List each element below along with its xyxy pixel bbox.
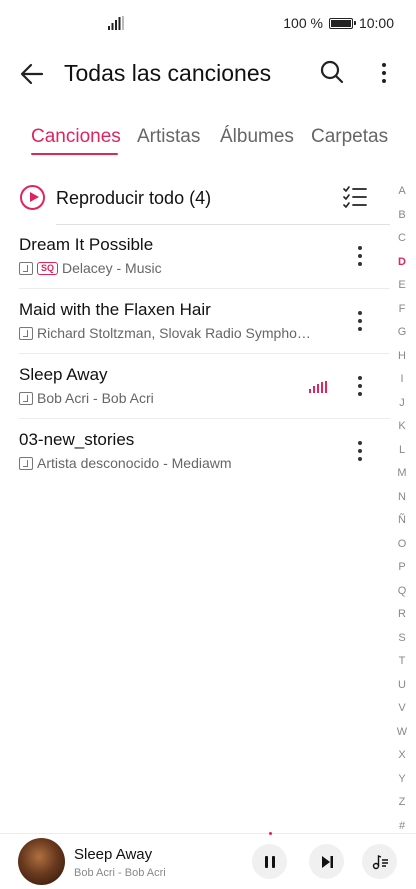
now-playing-title: Sleep Away [74, 846, 153, 863]
song-artist-album: Artista desconocido - Mediawm [37, 455, 232, 471]
alphabet-letter[interactable]: Z [392, 794, 412, 818]
alphabet-letter[interactable]: U [392, 677, 412, 701]
song-more-icon[interactable] [354, 243, 366, 269]
status-bar: 100 % 10:00 [0, 0, 416, 46]
song-title: Sleep Away [19, 365, 108, 384]
local-file-icon [19, 261, 33, 275]
app-bar: Todas las canciones [0, 50, 416, 96]
alphabet-letter[interactable]: T [392, 653, 412, 677]
back-arrow-icon[interactable] [16, 58, 48, 90]
song-row[interactable]: 03-new_stories Artista desconocido - Med… [0, 419, 390, 484]
play-all-label: Reproducir todo (4) [56, 188, 212, 208]
tab-artistas[interactable]: Artistas [137, 124, 200, 150]
play-circle-icon[interactable] [20, 185, 45, 210]
skip-next-icon [321, 855, 333, 868]
song-row[interactable]: Maid with the Flaxen Hair Richard Stoltz… [0, 289, 390, 354]
pause-button[interactable] [252, 844, 287, 879]
alphabet-letter[interactable]: I [392, 371, 412, 395]
album-cover[interactable] [18, 838, 65, 885]
mini-player[interactable]: Sleep Away Bob Acri - Bob Acri [0, 832, 416, 889]
alphabet-letter[interactable]: B [392, 207, 412, 231]
page-title: Todas las canciones [64, 60, 272, 86]
alphabet-letter[interactable]: G [392, 324, 412, 348]
signal-icon [108, 16, 124, 30]
alphabet-letter[interactable]: X [392, 747, 412, 771]
play-all-row[interactable]: Reproducir todo (4) [0, 176, 390, 225]
song-title: Dream It Possible [19, 235, 154, 254]
song-more-icon[interactable] [354, 308, 366, 334]
alphabet-letter[interactable]: P [392, 559, 412, 583]
local-file-icon [19, 456, 33, 470]
alphabet-letter[interactable]: O [392, 536, 412, 560]
alphabet-letter[interactable]: V [392, 700, 412, 724]
song-artist-album: Delacey - Music [62, 260, 162, 276]
alphabet-letter[interactable]: C [392, 230, 412, 254]
tab-carpetas[interactable]: Carpetas [311, 124, 388, 150]
alphabet-letter[interactable]: J [392, 395, 412, 419]
alphabet-index[interactable]: A B C D E F G H I J K L M N Ñ O P Q R S T U V W X Y Z # [392, 183, 412, 841]
song-more-icon[interactable] [354, 438, 366, 464]
alphabet-letter[interactable]: W [392, 724, 412, 748]
queue-button[interactable] [362, 844, 397, 879]
song-more-icon[interactable] [354, 373, 366, 399]
song-row[interactable]: Dream It Possible SQ Delacey - Music [0, 224, 390, 289]
alphabet-letter[interactable]: M [392, 465, 412, 489]
battery-percent: 100 % [283, 15, 323, 31]
alphabet-letter[interactable]: Ñ [392, 512, 412, 536]
song-title: 03-new_stories [19, 430, 135, 449]
pause-icon [264, 855, 275, 868]
sq-badge: SQ [37, 261, 59, 275]
song-row[interactable]: Sleep Away Bob Acri - Bob Acri [0, 354, 390, 419]
alphabet-letter[interactable]: N [392, 489, 412, 513]
alphabet-letter[interactable]: A [392, 183, 412, 207]
song-title: Maid with the Flaxen Hair [19, 300, 211, 319]
song-artist-album: Bob Acri - Bob Acri [37, 390, 154, 406]
search-icon[interactable] [318, 58, 346, 86]
alphabet-letter[interactable]: D [392, 254, 412, 278]
alphabet-letter[interactable]: Y [392, 771, 412, 795]
progress-indicator [269, 832, 272, 835]
tab-albumes[interactable]: Álbumes [220, 124, 294, 150]
tab-bar: Canciones Artistas Álbumes Carpetas [0, 120, 416, 160]
alphabet-letter[interactable]: L [392, 442, 412, 466]
song-artist-album: Richard Stoltzman, Slovak Radio Sympho… [37, 325, 311, 341]
tab-canciones[interactable]: Canciones [31, 124, 121, 150]
alphabet-letter[interactable]: R [392, 606, 412, 630]
tab-indicator [31, 153, 118, 155]
battery-icon [328, 17, 356, 29]
alphabet-letter[interactable]: S [392, 630, 412, 654]
alphabet-letter[interactable]: Q [392, 583, 412, 607]
checklist-icon[interactable] [343, 185, 367, 209]
alphabet-letter[interactable]: F [392, 301, 412, 325]
alphabet-letter[interactable]: E [392, 277, 412, 301]
clock: 10:00 [358, 15, 394, 31]
local-file-icon [19, 391, 33, 405]
now-playing-artist: Bob Acri - Bob Acri [74, 867, 166, 879]
playlist-icon [372, 854, 388, 869]
alphabet-letter[interactable]: K [392, 418, 412, 442]
now-playing-bars-icon [309, 381, 327, 393]
local-file-icon [19, 326, 33, 340]
alphabet-letter[interactable]: H [392, 348, 412, 372]
more-vertical-icon[interactable] [372, 58, 396, 88]
next-button[interactable] [309, 844, 344, 879]
